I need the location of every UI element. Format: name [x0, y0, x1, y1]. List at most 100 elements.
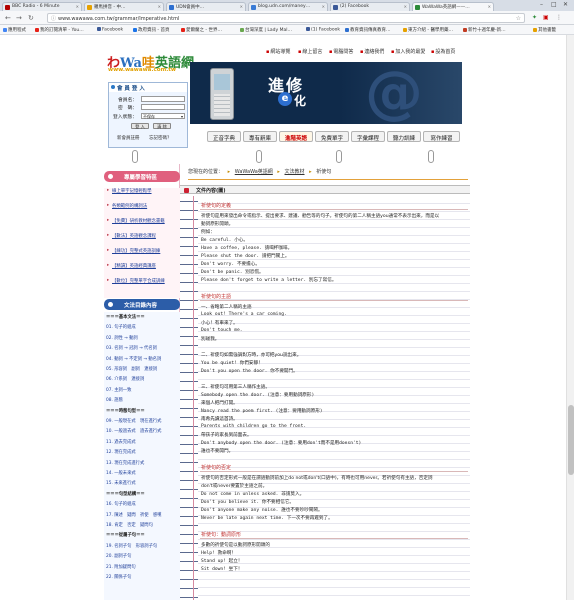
reload-icon[interactable]: ↻ [28, 14, 34, 22]
browser-tab[interactable]: 羅馬拼音 - 中… ✕ [84, 2, 164, 11]
study-zone-link[interactable]: 【數位】完整單字合成訓練 [104, 278, 180, 284]
grammar-topic-link[interactable]: 17. 陳述 疑問 祈使 感嘆 [106, 512, 161, 518]
content-line: 多數的祈使句是以動詞原形開頭的 [201, 543, 270, 548]
page-scrollbar[interactable] [566, 35, 574, 600]
grammar-topic-link[interactable]: 15. 未來進行式 [106, 480, 136, 486]
login-button[interactable]: 登 入 [131, 123, 149, 129]
grammar-topic-link[interactable]: 11. 過去完成式 [106, 439, 136, 445]
section-title: 祈使句：動詞原形 [200, 531, 468, 539]
bookmark-item[interactable]: 政府資訊 - 首頁 [133, 27, 169, 33]
grammar-topic-link[interactable]: 05. 形容詞 副詞 連接詞 [106, 366, 157, 372]
address-url[interactable]: www.wawawa.com.tw/grammar/Imperative.htm… [58, 16, 179, 22]
grammar-topic-link[interactable]: 19. 名詞子句 形容詞子句 [106, 543, 157, 549]
breadcrumb-link[interactable]: 文法教材 [285, 169, 305, 175]
grammar-topic-link[interactable]: 09. 一般現在式 現在進行式 [106, 418, 161, 424]
minimize-icon[interactable]: – [540, 1, 543, 8]
divider [188, 179, 468, 180]
close-window-icon[interactable]: ✕ [563, 1, 568, 8]
grammar-topic-link[interactable]: 03. 名詞 → 冠詞 → 代名詞 [106, 345, 157, 351]
topnav-link[interactable]: ▪連絡我們 [360, 48, 384, 55]
register-link[interactable]: 新會員註冊 [117, 135, 140, 141]
browser-tab[interactable]: blog.udn.com/maney… ✕ [248, 2, 328, 11]
tab-title: UDN會員中… [176, 5, 205, 10]
grammar-topic-link[interactable]: 18. 肯定 否定 疑問句 [106, 522, 153, 528]
grammar-topic-link[interactable]: 01. 句子的組成 [106, 324, 136, 330]
study-zone-link[interactable]: 線上單字記憶輕鬆學 [104, 188, 180, 194]
browser-tab[interactable]: UDN會員中… ✕ [166, 2, 246, 11]
account-input[interactable] [141, 96, 185, 102]
bookmark-item[interactable]: (1) Facebook [306, 27, 340, 33]
study-zone-link[interactable]: 各類範例的構詞法 [104, 203, 180, 209]
grammar-topic-link[interactable]: 13. 現在完成進行式 [106, 460, 144, 466]
close-tab-icon[interactable]: ✕ [488, 4, 491, 9]
topnav-link[interactable]: ▪加入我的最愛 [391, 48, 425, 55]
page-info-icon[interactable]: ⓘ [51, 15, 56, 22]
forward-icon[interactable]: → [16, 14, 22, 22]
grammar-topic-link[interactable]: 08. 語態 [106, 397, 123, 403]
section-title: 祈使句的否定 [200, 464, 468, 472]
grammar-topic-link[interactable]: 21. 附加疑問句 [106, 564, 136, 570]
clear-button[interactable]: 清 除 [153, 123, 171, 129]
grammar-topic-link[interactable]: 14. 一般未來式 [106, 470, 136, 476]
grammar-topic-link[interactable]: 02. 詞性 → 動詞 [106, 335, 138, 341]
browser-tab[interactable]: (2) Facebook ✕ [330, 2, 410, 11]
forgot-password-link[interactable]: 忘記密碼？ [149, 135, 172, 141]
close-tab-icon[interactable]: ✕ [322, 4, 325, 9]
breadcrumb-link[interactable]: WaWaWa英語網 [235, 169, 273, 175]
study-zone-link[interactable]: 【免費】研析教材觀念書籍 [104, 218, 180, 224]
extension-icon[interactable]: ✦ [532, 14, 537, 21]
menu-item[interactable]: 專有辭庫 [243, 131, 277, 142]
bookmark-item[interactable]: 愛爾蘭之 - 世界… [181, 27, 222, 33]
close-tab-icon[interactable]: ✕ [158, 4, 161, 9]
bookmark-icon [345, 27, 349, 32]
back-icon[interactable]: ← [5, 14, 11, 22]
badge-icon [106, 300, 115, 309]
topnav-link[interactable]: ▪網站導覽 [266, 48, 290, 55]
study-zone-link[interactable]: 【精讀】英語經典講座 [104, 263, 180, 269]
bookmark-item[interactable]: 應用程式 [3, 27, 26, 33]
browser-tab-active[interactable]: WaWaWa英語網——… ✕ [412, 2, 494, 11]
content-line: 別碰我。 [201, 337, 220, 342]
menu-icon[interactable]: ⋮ [556, 14, 562, 21]
tab-favicon-icon [5, 5, 10, 10]
browser-tab[interactable]: BBC Radio - 6 Minute ✕ [2, 2, 82, 11]
menu-item[interactable]: 免費單字 [315, 131, 349, 142]
topnav-link[interactable]: ▪設為首頁 [431, 48, 455, 55]
topnav-link[interactable]: ▪線上留言 [298, 48, 322, 55]
address-bar[interactable]: ⓘ www.wawawa.com.tw/grammar/Imperative.h… [47, 13, 525, 23]
bookmark-item[interactable]: 教育資訊傳真教育… [345, 27, 391, 33]
grammar-topic-link[interactable]: 10. 一般過去式 過去進行式 [106, 428, 161, 434]
grammar-topic-link[interactable]: 16. 句子的組成 [106, 501, 136, 507]
maximize-icon[interactable]: □ [551, 1, 557, 8]
menu-item-active[interactable]: 進階英語 [279, 131, 313, 142]
bookmark-item[interactable]: Facebook [97, 27, 123, 33]
menu-item[interactable]: 正音字典 [207, 131, 241, 142]
study-zone-link[interactable]: 【練功】完整式英語訓練 [104, 248, 180, 254]
grammar-topic-link[interactable]: 22. 關係子句 [106, 574, 131, 580]
grammar-topic-link[interactable]: 06. 介系詞 連接詞 [106, 376, 144, 382]
menu-item[interactable]: 聽力訓練 [387, 131, 421, 142]
study-zone-link[interactable]: 【數法】英語觀念課程 [104, 233, 180, 239]
site-logo[interactable]: わWa哇英語網 www.wawawa.com.tw [107, 52, 194, 76]
grammar-topic-link[interactable]: 04. 動詞 → 不定詞 → 動名詞 [106, 356, 161, 362]
bookmark-item[interactable]: 我的訂閱清單 - You… [35, 27, 84, 33]
grammar-topic-link[interactable]: 20. 副詞子句 [106, 553, 131, 559]
content-line: 例如： [201, 230, 215, 235]
scrollbar-thumb[interactable] [568, 405, 574, 475]
bookmark-item[interactable]: 東方介紹 - 醫學用藥… [403, 27, 453, 33]
close-tab-icon[interactable]: ✕ [76, 4, 79, 9]
topnav-link[interactable]: ▪電腦問答 [329, 48, 353, 55]
extension-icon[interactable]: ▣ [543, 14, 549, 21]
bookmark-star-icon[interactable]: ☆ [516, 15, 521, 22]
login-status-select[interactable]: 不保存 ▾ [141, 113, 185, 119]
password-input[interactable] [141, 104, 185, 110]
grammar-topic-link[interactable]: 07. 主詞一致 [106, 387, 131, 393]
close-tab-icon[interactable]: ✕ [240, 4, 243, 9]
bookmark-item[interactable]: 台灣深度 | Lady Mal… [240, 27, 292, 33]
close-tab-icon[interactable]: ✕ [404, 4, 407, 9]
other-bookmarks[interactable]: 其他書籤 [533, 27, 556, 33]
menu-item[interactable]: 字彙課程 [351, 131, 385, 142]
bookmark-item[interactable]: 新竹十週年慶-新… [463, 27, 506, 33]
grammar-topic-link[interactable]: 12. 現在完成式 [106, 449, 136, 455]
menu-item[interactable]: 寫作練習 [423, 131, 460, 142]
